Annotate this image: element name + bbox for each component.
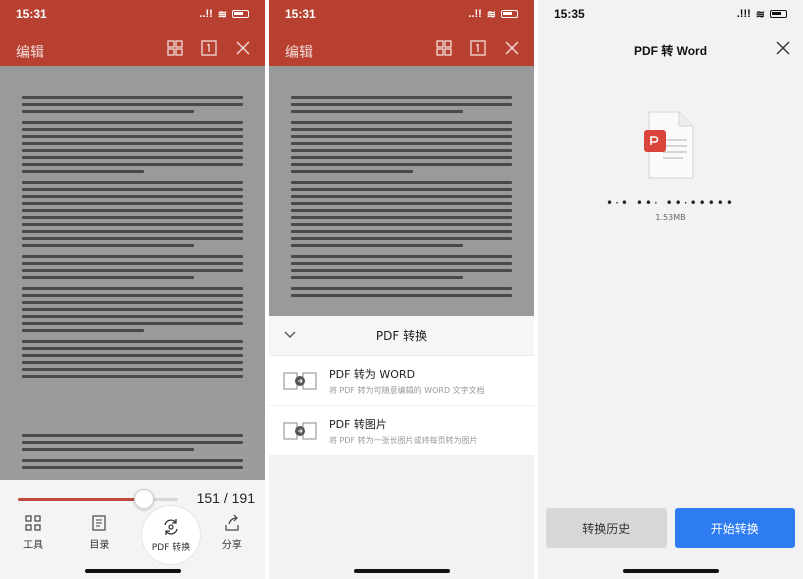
start-convert-button[interactable]: 开始转换: [674, 508, 795, 548]
grid-view-icon[interactable]: [434, 38, 454, 58]
page-counter: 151 / 191: [196, 490, 255, 506]
page-title: PDF 转 Word: [633, 43, 708, 58]
home-indicator: [353, 569, 450, 573]
document-page[interactable]: [269, 66, 534, 316]
pdf-file-icon: [644, 111, 694, 179]
file-name: •·• ••· ••·•••••: [606, 196, 735, 210]
pdf-to-word-icon: [283, 372, 317, 389]
catalog-button[interactable]: 目录: [73, 514, 125, 551]
convert-actions: 转换历史 开始转换: [538, 508, 803, 550]
chevron-down-icon[interactable]: [283, 328, 297, 342]
history-button[interactable]: 转换历史: [546, 508, 667, 548]
single-page-icon[interactable]: [199, 38, 219, 58]
option-pdf-to-image[interactable]: PDF 转图片 将 PDF 转为一张长图片或将每页转为图片: [269, 406, 534, 456]
convert-icon: [164, 519, 178, 535]
pdf-to-image-icon: [283, 422, 317, 439]
home-indicator: [622, 569, 719, 573]
option-title: PDF 转图片: [329, 417, 387, 431]
grid-view-icon[interactable]: [165, 38, 185, 58]
editor-title: 编辑: [285, 45, 313, 61]
tools-button[interactable]: 工具: [7, 514, 59, 551]
battery-icon: [501, 10, 518, 18]
status-bar: 15:31 ..!! ≋: [0, 0, 265, 28]
status-bar: 15:31 ..!! ≋: [269, 0, 534, 28]
grid-icon: [25, 515, 41, 531]
share-icon: [225, 514, 239, 531]
close-icon[interactable]: [233, 38, 253, 58]
wifi-icon: ≋: [755, 8, 765, 21]
status-time: 15:31: [16, 7, 47, 21]
close-icon[interactable]: [502, 38, 522, 58]
status-time: 15:31: [285, 7, 316, 21]
share-button[interactable]: 分享: [206, 514, 258, 551]
phone-convert-page: 15:35 .!!! ≋ PDF 转 Word •·• ••· ••·•••••…: [538, 0, 803, 579]
signal-icon: .!!!: [736, 8, 751, 20]
battery-icon: [232, 10, 249, 18]
editor-title: 编辑: [16, 45, 44, 61]
option-title: PDF 转为 WORD: [329, 367, 416, 381]
document-next-page[interactable]: [0, 414, 265, 480]
catalog-icon: [92, 515, 106, 531]
wifi-icon: ≋: [217, 8, 227, 21]
signal-icon: ..!!: [468, 8, 482, 20]
single-page-icon[interactable]: [468, 38, 488, 58]
convert-sheet-header: PDF 转换: [269, 316, 534, 356]
option-desc: 将 PDF 转为可随意编辑的 WORD 文字文档: [329, 385, 485, 395]
close-icon[interactable]: [775, 40, 791, 56]
file-size: 1.53MB: [655, 213, 686, 222]
phone-editor: 编辑 15:31 ..!! ≋ 151 / 191 工具 目录 分享 PDF 转…: [0, 0, 265, 579]
status-bar: 15:35 .!!! ≋: [538, 0, 803, 28]
editor-bottom-bar: 151 / 191 工具 目录 分享: [0, 480, 265, 579]
home-indicator: [84, 569, 181, 573]
convert-page-header: PDF 转 Word: [538, 28, 803, 72]
wifi-icon: ≋: [486, 8, 496, 21]
convert-sheet-title: PDF 转换: [375, 329, 428, 343]
option-desc: 将 PDF 转为一张长图片或将每页转为图片: [329, 435, 478, 445]
battery-icon: [770, 10, 787, 18]
phone-convert-sheet: 编辑 15:31 ..!! ≋ PDF 转换 PDF 转为 WORD 将 PDF…: [269, 0, 534, 579]
pdf-convert-button[interactable]: PDF 转换: [142, 506, 200, 564]
convert-sheet: PDF 转换 PDF 转为 WORD 将 PDF 转为可随意编辑的 WORD 文…: [269, 316, 534, 579]
page-slider-thumb[interactable]: [134, 489, 155, 509]
signal-icon: ..!!: [199, 8, 213, 20]
status-time: 15:35: [554, 7, 585, 21]
option-pdf-to-word[interactable]: PDF 转为 WORD 将 PDF 转为可随意编辑的 WORD 文字文档: [269, 356, 534, 406]
